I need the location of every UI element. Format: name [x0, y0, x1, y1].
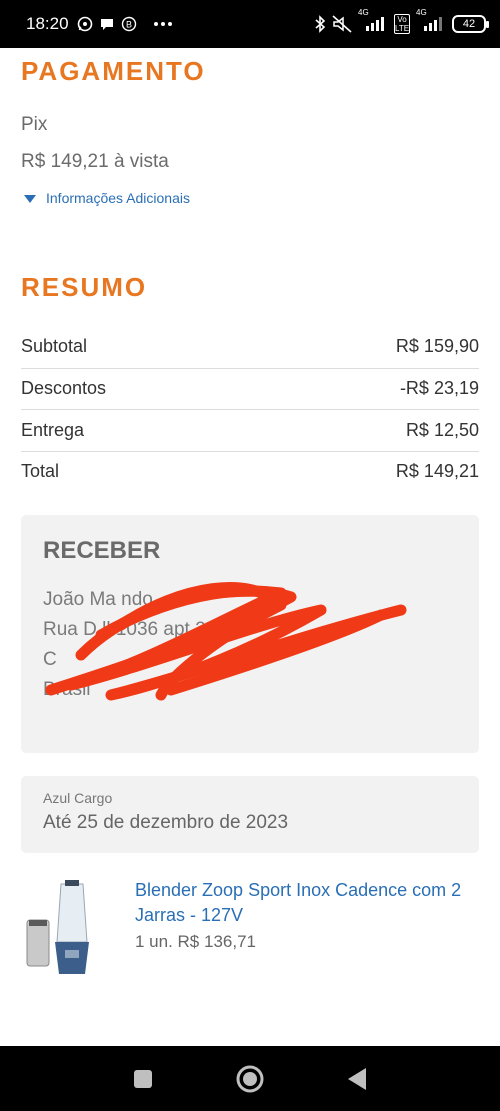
- whatsapp-icon: [77, 16, 93, 32]
- signal-icon: 4G: [416, 8, 446, 32]
- summary-row-delivery: Entrega R$ 12,50: [21, 410, 479, 451]
- mute-icon: [332, 15, 352, 33]
- more-dots-icon: [153, 21, 173, 27]
- battery-icon: 42: [452, 15, 489, 33]
- status-time: 18:20: [26, 14, 69, 33]
- delivery-address-card: RECEBER João Ma ndo Rua D ll 1036 apt 24…: [21, 515, 479, 753]
- summary-row-discounts: Descontos -R$ 23,19: [21, 368, 479, 409]
- summary-label: Subtotal: [21, 336, 88, 356]
- network-type-2: 4G: [416, 8, 427, 17]
- summary-value: R$ 149,21: [395, 461, 479, 481]
- bluetooth-icon: [314, 15, 326, 33]
- product-image: [21, 878, 121, 978]
- back-button[interactable]: [342, 1064, 372, 1094]
- system-nav-bar: [0, 1046, 500, 1111]
- summary-value: R$ 12,50: [405, 420, 479, 440]
- summary-title: RESUMO: [21, 272, 148, 302]
- summary-row-subtotal: Subtotal R$ 159,90: [21, 326, 479, 367]
- summary-label: Entrega: [21, 420, 85, 440]
- volte-icon: Vo LTE: [394, 14, 410, 34]
- payment-title: PAGAMENTO: [21, 56, 206, 86]
- svg-text:B: B: [126, 20, 132, 30]
- signal-icon: 4G: [358, 8, 388, 32]
- summary-value: R$ 159,90: [395, 336, 479, 356]
- network-type-1: 4G: [358, 8, 369, 17]
- summary-label: Total: [21, 461, 60, 481]
- payment-amount: R$ 149,21 à vista: [21, 151, 169, 172]
- address-line: João Ma ndo: [43, 589, 153, 610]
- home-button[interactable]: [235, 1064, 265, 1094]
- address-line: Rua D ll 1036 apt 24: [43, 619, 217, 640]
- b-circle-icon: B: [121, 16, 137, 32]
- product-qty-price: 1 un. R$ 136,71: [135, 932, 256, 951]
- additional-info-link[interactable]: Informações Adicionais: [24, 190, 190, 206]
- product-name-link[interactable]: Blender Zoop Sport Inox Cadence com 2 Ja…: [135, 878, 475, 928]
- shipping-carrier: Azul Cargo: [43, 790, 113, 806]
- chat-bubble-icon: [99, 16, 115, 32]
- shipping-estimate: Até 25 de dezembro de 2023: [43, 812, 289, 833]
- address-line: C: [43, 649, 57, 670]
- recents-button[interactable]: [128, 1064, 158, 1094]
- status-bar: 18:20 B 4G Vo LTE 4G 42: [0, 0, 500, 48]
- product-item[interactable]: Blender Zoop Sport Inox Cadence com 2 Ja…: [21, 878, 479, 988]
- battery-level: 42: [462, 18, 476, 30]
- summary-row-total: Total R$ 149,21: [21, 451, 479, 492]
- address-line: Brasil: [43, 679, 91, 700]
- summary-value: -R$ 23,19: [399, 378, 479, 398]
- summary-label: Descontos: [21, 378, 107, 398]
- receive-title: RECEBER: [43, 537, 161, 564]
- payment-method: Pix: [21, 114, 48, 135]
- chevron-down-icon: [24, 190, 36, 206]
- shipping-card: Azul Cargo Até 25 de dezembro de 2023: [21, 776, 479, 853]
- additional-info-label: Informações Adicionais: [46, 190, 190, 206]
